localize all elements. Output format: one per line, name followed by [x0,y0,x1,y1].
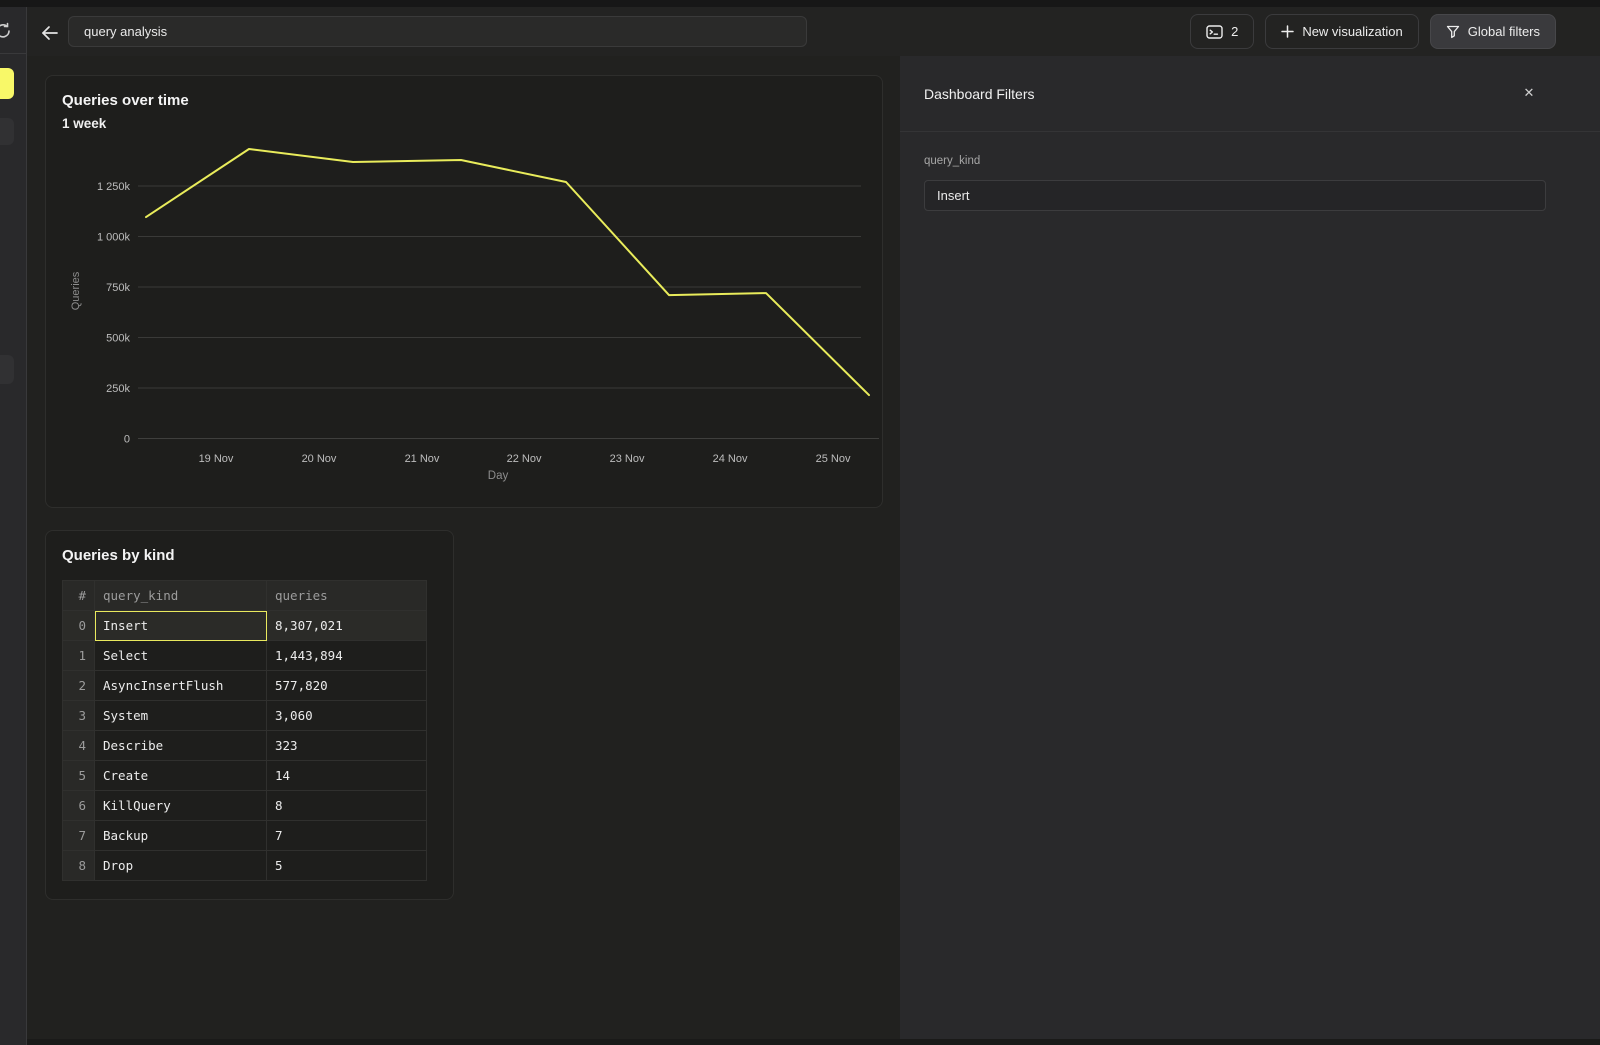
row-index-cell[interactable]: 7 [63,821,95,851]
table-cell[interactable]: 8,307,021 [267,611,427,641]
y-tick-label: 1 250k [97,181,131,193]
filter-field-label: query_kind [924,155,980,167]
table-row: 4Describe323 [63,731,427,761]
chart-card-queries-over-time[interactable]: Queries over time 1 week 1 250k1 000k750… [45,75,883,508]
refresh-icon [0,21,13,41]
row-index-cell[interactable]: 3 [63,701,95,731]
table-header-row: #query_kindqueries [63,581,427,611]
dashboard-canvas: Queries over time 1 week 1 250k1 000k750… [27,56,900,1039]
table-cell[interactable]: 577,820 [267,671,427,701]
close-icon: ✕ [1524,85,1535,101]
window-top-edge [0,0,1600,7]
table-cell[interactable]: 14 [267,761,427,791]
x-tick-label: 23 Nov [610,453,645,465]
table-row: 5Create14 [63,761,427,791]
table-card-queries-by-kind[interactable]: Queries by kind #query_kindqueries 0Inse… [45,530,454,900]
content-bottom-edge [27,1039,1600,1045]
table-cell[interactable]: 5 [267,851,427,881]
table-cell[interactable]: Describe [95,731,267,761]
back-button[interactable] [37,20,63,46]
new-visualization-label: New visualization [1302,24,1402,39]
table-cell[interactable]: 8 [267,791,427,821]
table-cell[interactable]: 323 [267,731,427,761]
y-tick-label: 1 000k [97,232,131,244]
x-tick-label: 21 Nov [405,453,440,465]
x-tick-label: 20 Nov [302,453,337,465]
sidebar-item-visualization-3[interactable] [0,355,14,384]
row-index-cell[interactable]: 1 [63,641,95,671]
y-tick-label: 750k [106,282,130,294]
x-tick-label: 19 Nov [199,453,234,465]
table-row: 6KillQuery8 [63,791,427,821]
table-cell[interactable]: Insert [95,611,267,641]
x-tick-label: 22 Nov [507,453,542,465]
x-tick-label: 25 Nov [816,453,851,465]
global-filters-label: Global filters [1468,24,1540,39]
table-row: 0Insert8,307,021 [63,611,427,641]
query-kind-filter-input[interactable] [924,180,1546,211]
refresh-button[interactable] [0,21,13,41]
y-tick-label: 0 [124,434,130,446]
x-axis-title: Day [488,470,509,482]
table-cell[interactable]: KillQuery [95,791,267,821]
table-cell[interactable]: 1,443,894 [267,641,427,671]
topbar-actions: 2 New visualization Global filters [1190,14,1556,49]
y-axis-title: Queries [70,271,82,310]
column-header-query_kind[interactable]: query_kind [95,581,267,611]
table-cell[interactable]: AsyncInsertFlush [95,671,267,701]
queries-over-time-line-chart[interactable]: 1 250k 1 000k 750k 500k 250k 0 19 Nov 20 Nov 21 … [46,76,884,509]
queries-count-label: 2 [1231,24,1238,39]
dashboard-filters-panel: Dashboard Filters ✕ query_kind [900,56,1600,1045]
sidebar-item-visualization-2[interactable] [0,118,14,145]
table-cell[interactable]: 3,060 [267,701,427,731]
row-index-cell[interactable]: 6 [63,791,95,821]
table-row: 3System3,060 [63,701,427,731]
row-index-cell[interactable]: 8 [63,851,95,881]
close-filters-button[interactable]: ✕ [1518,82,1540,104]
dashboard-title-input[interactable] [68,16,807,47]
table-cell[interactable]: Select [95,641,267,671]
table-title: Queries by kind [62,547,175,564]
queries-by-kind-table: #query_kindqueries 0Insert8,307,0211Sele… [62,580,427,881]
table-row: 2AsyncInsertFlush577,820 [63,671,427,701]
sidebar-divider [0,53,27,54]
table-cell[interactable]: Backup [95,821,267,851]
funnel-icon [1446,25,1460,39]
console-icon [1206,25,1223,39]
plus-icon [1281,25,1294,38]
back-arrow-icon [41,25,59,41]
new-visualization-button[interactable]: New visualization [1265,14,1418,49]
table-cell[interactable]: Drop [95,851,267,881]
row-index-cell[interactable]: 2 [63,671,95,701]
filters-panel-divider [900,131,1600,132]
filters-panel-title: Dashboard Filters [924,86,1035,102]
column-header-queries[interactable]: queries [267,581,427,611]
y-tick-label: 500k [106,333,130,345]
sidebar [0,0,27,1045]
table-row: 8Drop5 [63,851,427,881]
y-tick-label: 250k [106,383,130,395]
queries-count-button[interactable]: 2 [1190,14,1254,49]
table-row: 7Backup7 [63,821,427,851]
column-header-index[interactable]: # [63,581,95,611]
table-cell[interactable]: Create [95,761,267,791]
row-index-cell[interactable]: 4 [63,731,95,761]
row-index-cell[interactable]: 0 [63,611,95,641]
x-tick-label: 24 Nov [713,453,748,465]
row-index-cell[interactable]: 5 [63,761,95,791]
sidebar-item-visualization-1-selected[interactable] [0,68,14,99]
table-cell[interactable]: 7 [267,821,427,851]
table-row: 1Select1,443,894 [63,641,427,671]
topbar: 2 New visualization Global filters [27,7,1600,56]
global-filters-button[interactable]: Global filters [1430,14,1556,49]
table-cell[interactable]: System [95,701,267,731]
